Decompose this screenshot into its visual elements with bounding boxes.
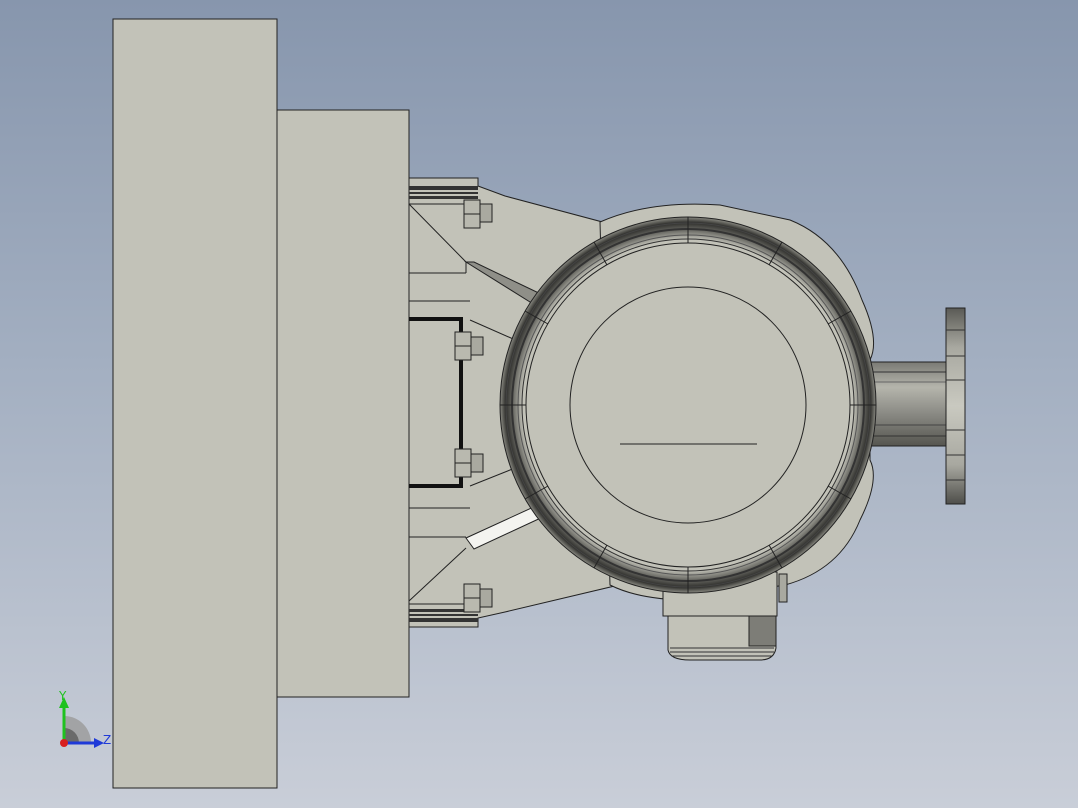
adapter-plate[interactable] xyxy=(276,109,410,698)
display-window xyxy=(569,286,807,524)
x-axis-point xyxy=(60,739,68,747)
z-axis-label: Z xyxy=(103,733,111,747)
mounting-plate[interactable] xyxy=(112,18,278,789)
transmitter-cover[interactable] xyxy=(499,216,877,594)
y-axis-label: Y xyxy=(58,689,67,703)
coordinate-triad[interactable]: Y Z xyxy=(58,689,111,748)
cad-graphics-viewport[interactable]: Y Z xyxy=(0,0,1078,808)
outlet-flange[interactable] xyxy=(945,307,966,505)
model-view[interactable]: Y Z xyxy=(0,0,1078,808)
